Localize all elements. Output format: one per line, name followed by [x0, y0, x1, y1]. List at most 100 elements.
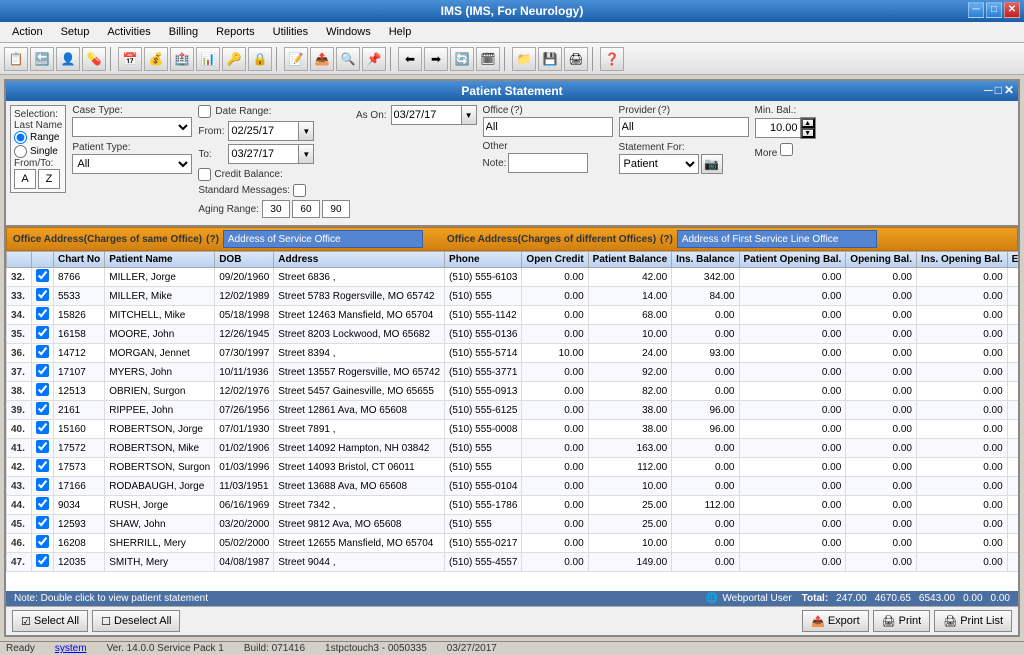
note-input[interactable]	[508, 153, 588, 173]
office-same-input[interactable]	[223, 230, 423, 248]
row-checkbox[interactable]	[36, 383, 49, 396]
row-checkbox[interactable]	[36, 497, 49, 510]
menu-help[interactable]: Help	[381, 24, 420, 40]
menu-action[interactable]: Action	[4, 24, 51, 40]
row-checkbox[interactable]	[36, 535, 49, 548]
row-checkbox[interactable]	[36, 288, 49, 301]
row-checkbox[interactable]	[36, 459, 49, 472]
toolbar-btn-17[interactable]: 🔄	[450, 47, 474, 71]
provider-input[interactable]	[619, 117, 749, 137]
table-row[interactable]: 38. 12513 OBRIEN, Surgon 12/02/1976 Stre…	[7, 382, 1019, 401]
table-row[interactable]: 46. 16208 SHERRILL, Mery 05/02/2000 Stre…	[7, 534, 1019, 553]
table-row[interactable]: 37. 17107 MYERS, John 10/11/1936 Street …	[7, 363, 1019, 382]
row-check-cell[interactable]	[32, 420, 54, 439]
office-diff-help[interactable]: (?)	[660, 234, 673, 245]
toolbar-btn-4[interactable]: 💊	[82, 47, 106, 71]
office-diff-input[interactable]	[677, 230, 877, 248]
toolbar-btn-13[interactable]: 🔍	[336, 47, 360, 71]
toolbar-btn-1[interactable]: 📋	[4, 47, 28, 71]
office-help[interactable]: (?)	[510, 105, 522, 116]
table-row[interactable]: 36. 14712 MORGAN, Jennet 07/30/1997 Stre…	[7, 344, 1019, 363]
from-date-dropdown-button[interactable]: ▼	[298, 121, 314, 141]
toolbar-btn-2[interactable]: 🔙	[30, 47, 54, 71]
row-check-cell[interactable]	[32, 401, 54, 420]
table-row[interactable]: 47. 12035 SMITH, Mery 04/08/1987 Street …	[7, 553, 1019, 572]
from-date-input[interactable]	[228, 121, 298, 141]
table-row[interactable]: 45. 12593 SHAW, John 03/20/2000 Street 9…	[7, 515, 1019, 534]
row-checkbox[interactable]	[36, 478, 49, 491]
aging-input-3[interactable]	[322, 200, 350, 218]
main-minimize-button[interactable]: ─	[984, 83, 993, 97]
toolbar-btn-7[interactable]: 🏥	[170, 47, 194, 71]
row-check-cell[interactable]	[32, 325, 54, 344]
row-checkbox[interactable]	[36, 554, 49, 567]
menu-windows[interactable]: Windows	[318, 24, 379, 40]
table-row[interactable]: 35. 16158 MOORE, John 12/26/1945 Street …	[7, 325, 1019, 344]
aging-input-1[interactable]	[262, 200, 290, 218]
row-checkbox[interactable]	[36, 269, 49, 282]
table-row[interactable]: 33. 5533 MILLER, Mike 12/02/1989 Street …	[7, 287, 1019, 306]
deselect-all-button[interactable]: ☐ Deselect All	[92, 610, 180, 632]
toolbar-btn-20[interactable]: 💾	[538, 47, 562, 71]
credit-balance-checkbox[interactable]	[198, 168, 211, 181]
menu-utilities[interactable]: Utilities	[265, 24, 316, 40]
main-restore-button[interactable]: □	[995, 83, 1002, 97]
provider-help[interactable]: (?)	[658, 105, 670, 116]
toolbar-btn-16[interactable]: ➡	[424, 47, 448, 71]
row-check-cell[interactable]	[32, 363, 54, 382]
toolbar-btn-11[interactable]: 📝	[284, 47, 308, 71]
to-date-dropdown-button[interactable]: ▼	[298, 144, 314, 164]
office-same-help[interactable]: (?)	[206, 234, 219, 245]
table-row[interactable]: 34. 15826 MITCHELL, Mike 05/18/1998 Stre…	[7, 306, 1019, 325]
toolbar-btn-21[interactable]: 🖨	[564, 47, 588, 71]
row-checkbox[interactable]	[36, 326, 49, 339]
row-check-cell[interactable]	[32, 496, 54, 515]
row-check-cell[interactable]	[32, 477, 54, 496]
row-checkbox[interactable]	[36, 516, 49, 529]
table-row[interactable]: 40. 15160 ROBERTSON, Jorge 07/01/1930 St…	[7, 420, 1019, 439]
row-check-cell[interactable]	[32, 344, 54, 363]
menu-setup[interactable]: Setup	[53, 24, 98, 40]
toolbar-btn-22[interactable]: ❓	[600, 47, 624, 71]
more-checkbox[interactable]	[780, 143, 793, 156]
row-check-cell[interactable]	[32, 287, 54, 306]
close-button[interactable]: ✕	[1004, 2, 1020, 18]
toolbar-btn-18[interactable]: 🗓	[476, 47, 500, 71]
spinner-down[interactable]: ▼	[801, 128, 815, 138]
row-checkbox[interactable]	[36, 364, 49, 377]
row-check-cell[interactable]	[32, 515, 54, 534]
toolbar-btn-5[interactable]: 📅	[118, 47, 142, 71]
menu-billing[interactable]: Billing	[161, 24, 206, 40]
row-check-cell[interactable]	[32, 268, 54, 287]
spinner-up[interactable]: ▲	[801, 118, 815, 128]
table-row[interactable]: 41. 17572 ROBERTSON, Mike 01/02/1906 Str…	[7, 439, 1019, 458]
range-radio[interactable]	[14, 131, 27, 144]
table-row[interactable]: 42. 17573 ROBERTSON, Surgon 01/03/1996 S…	[7, 458, 1019, 477]
menu-reports[interactable]: Reports	[208, 24, 263, 40]
row-check-cell[interactable]	[32, 553, 54, 572]
row-check-cell[interactable]	[32, 382, 54, 401]
toolbar-btn-8[interactable]: 📊	[196, 47, 220, 71]
to-az-input[interactable]	[38, 169, 60, 189]
row-checkbox[interactable]	[36, 307, 49, 320]
table-row[interactable]: 44. 9034 RUSH, Jorge 06/16/1969 Street 7…	[7, 496, 1019, 515]
row-checkbox[interactable]	[36, 440, 49, 453]
toolbar-btn-15[interactable]: ⬅	[398, 47, 422, 71]
row-checkbox[interactable]	[36, 402, 49, 415]
to-date-input[interactable]	[228, 144, 298, 164]
toolbar-btn-9[interactable]: 🔑	[222, 47, 246, 71]
table-row[interactable]: 32. 8766 MILLER, Jorge 09/20/1960 Street…	[7, 268, 1019, 287]
minimize-button[interactable]: ─	[968, 2, 984, 18]
toolbar-btn-6[interactable]: 💰	[144, 47, 168, 71]
row-check-cell[interactable]	[32, 439, 54, 458]
as-on-dropdown-button[interactable]: ▼	[461, 105, 477, 125]
single-radio[interactable]	[14, 145, 27, 158]
date-range-checkbox[interactable]	[198, 105, 211, 118]
print-button[interactable]: 🖨 Print	[873, 610, 931, 632]
main-close-button[interactable]: ✕	[1004, 83, 1014, 97]
from-az-input[interactable]	[14, 169, 36, 189]
maximize-button[interactable]: □	[986, 2, 1002, 18]
case-type-select[interactable]	[72, 117, 192, 137]
toolbar-btn-3[interactable]: 👤	[56, 47, 80, 71]
aging-input-2[interactable]	[292, 200, 320, 218]
